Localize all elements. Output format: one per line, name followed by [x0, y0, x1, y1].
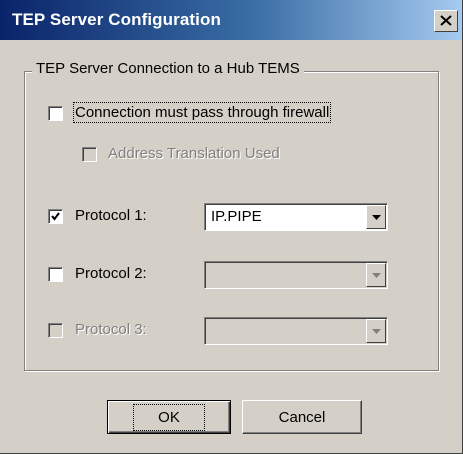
protocol-1-select[interactable]: IP.PIPE: [204, 203, 388, 231]
group-legend: TEP Server Connection to a Hub TEMS: [32, 60, 304, 77]
cancel-button[interactable]: Cancel: [242, 400, 362, 434]
protocol-2-checkbox[interactable]: [48, 267, 63, 282]
window-title: TEP Server Configuration: [12, 10, 221, 29]
close-icon: [440, 13, 452, 30]
title-bar[interactable]: TEP Server Configuration: [0, 0, 462, 40]
protocol-3-select[interactable]: [204, 317, 388, 345]
chevron-down-icon: [371, 214, 381, 220]
checkmark-icon: [51, 212, 60, 221]
protocol-1-dropdown-button[interactable]: [366, 205, 386, 229]
chevron-down-icon: [371, 328, 381, 334]
cancel-button-label: Cancel: [278, 408, 326, 426]
firewall-checkbox-label[interactable]: Connection must pass through firewall: [72, 102, 332, 123]
protocol-1-checkbox[interactable]: [48, 209, 63, 224]
protocol-2-label: Protocol 2:: [75, 265, 147, 282]
protocol-1-value: IP.PIPE: [211, 208, 262, 225]
chevron-down-icon: [371, 272, 381, 278]
address-translation-label: Address Translation Used: [108, 145, 280, 162]
firewall-checkbox[interactable]: [48, 106, 63, 121]
protocol-1-label: Protocol 1:: [75, 207, 147, 224]
address-translation-checkbox[interactable]: [82, 147, 97, 162]
protocol-3-label: Protocol 3:: [75, 321, 147, 338]
protocol-2-dropdown-button[interactable]: [366, 263, 386, 287]
close-button[interactable]: [434, 10, 458, 32]
protocol-2-select[interactable]: [204, 261, 388, 289]
ok-button-label: OK: [133, 403, 205, 431]
protocol-3-checkbox[interactable]: [48, 323, 63, 338]
protocol-3-dropdown-button[interactable]: [366, 319, 386, 343]
tep-server-configuration-dialog: TEP Server Configuration TEP Server Conn…: [0, 0, 463, 454]
ok-button[interactable]: OK: [107, 400, 231, 434]
